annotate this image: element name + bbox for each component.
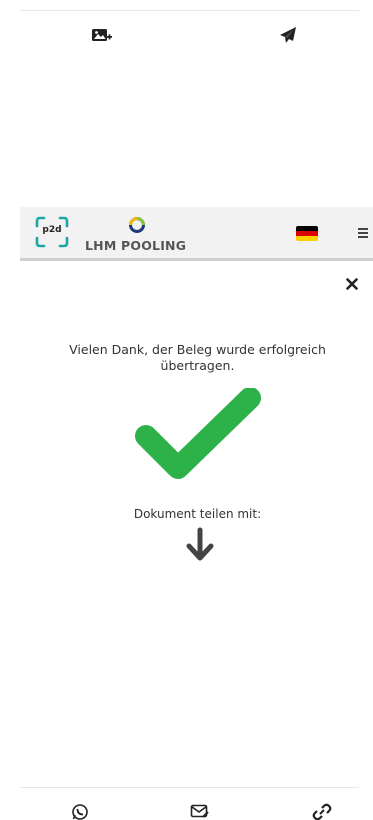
hamburger-menu-icon[interactable] <box>356 224 370 242</box>
checkmark-icon <box>132 387 264 488</box>
whatsapp-icon[interactable] <box>70 803 90 820</box>
lhm-pooling-logo: LHM POOLING <box>85 215 195 255</box>
success-message: Vielen Dank, der Beleg wurde erfolgreich… <box>69 342 326 373</box>
share-label: Dokument teilen mit: <box>133 507 262 521</box>
german-flag-icon[interactable] <box>296 226 318 241</box>
send-icon[interactable] <box>276 24 300 48</box>
arrow-down-icon <box>185 527 215 563</box>
add-image-icon[interactable] <box>90 24 114 48</box>
app-header: p2d LHM POOLING <box>20 207 373 261</box>
lhm-ring-icon <box>129 217 145 233</box>
close-icon[interactable] <box>344 276 360 292</box>
bottom-divider <box>20 787 359 788</box>
top-divider <box>20 10 359 11</box>
link-icon[interactable] <box>312 803 332 820</box>
top-action-bar <box>0 24 373 50</box>
email-icon[interactable] <box>190 803 210 820</box>
p2d-logo-text: p2d <box>42 225 62 235</box>
p2d-logo[interactable]: p2d <box>35 216 69 248</box>
lhm-brand-text: LHM POOLING <box>85 238 187 253</box>
